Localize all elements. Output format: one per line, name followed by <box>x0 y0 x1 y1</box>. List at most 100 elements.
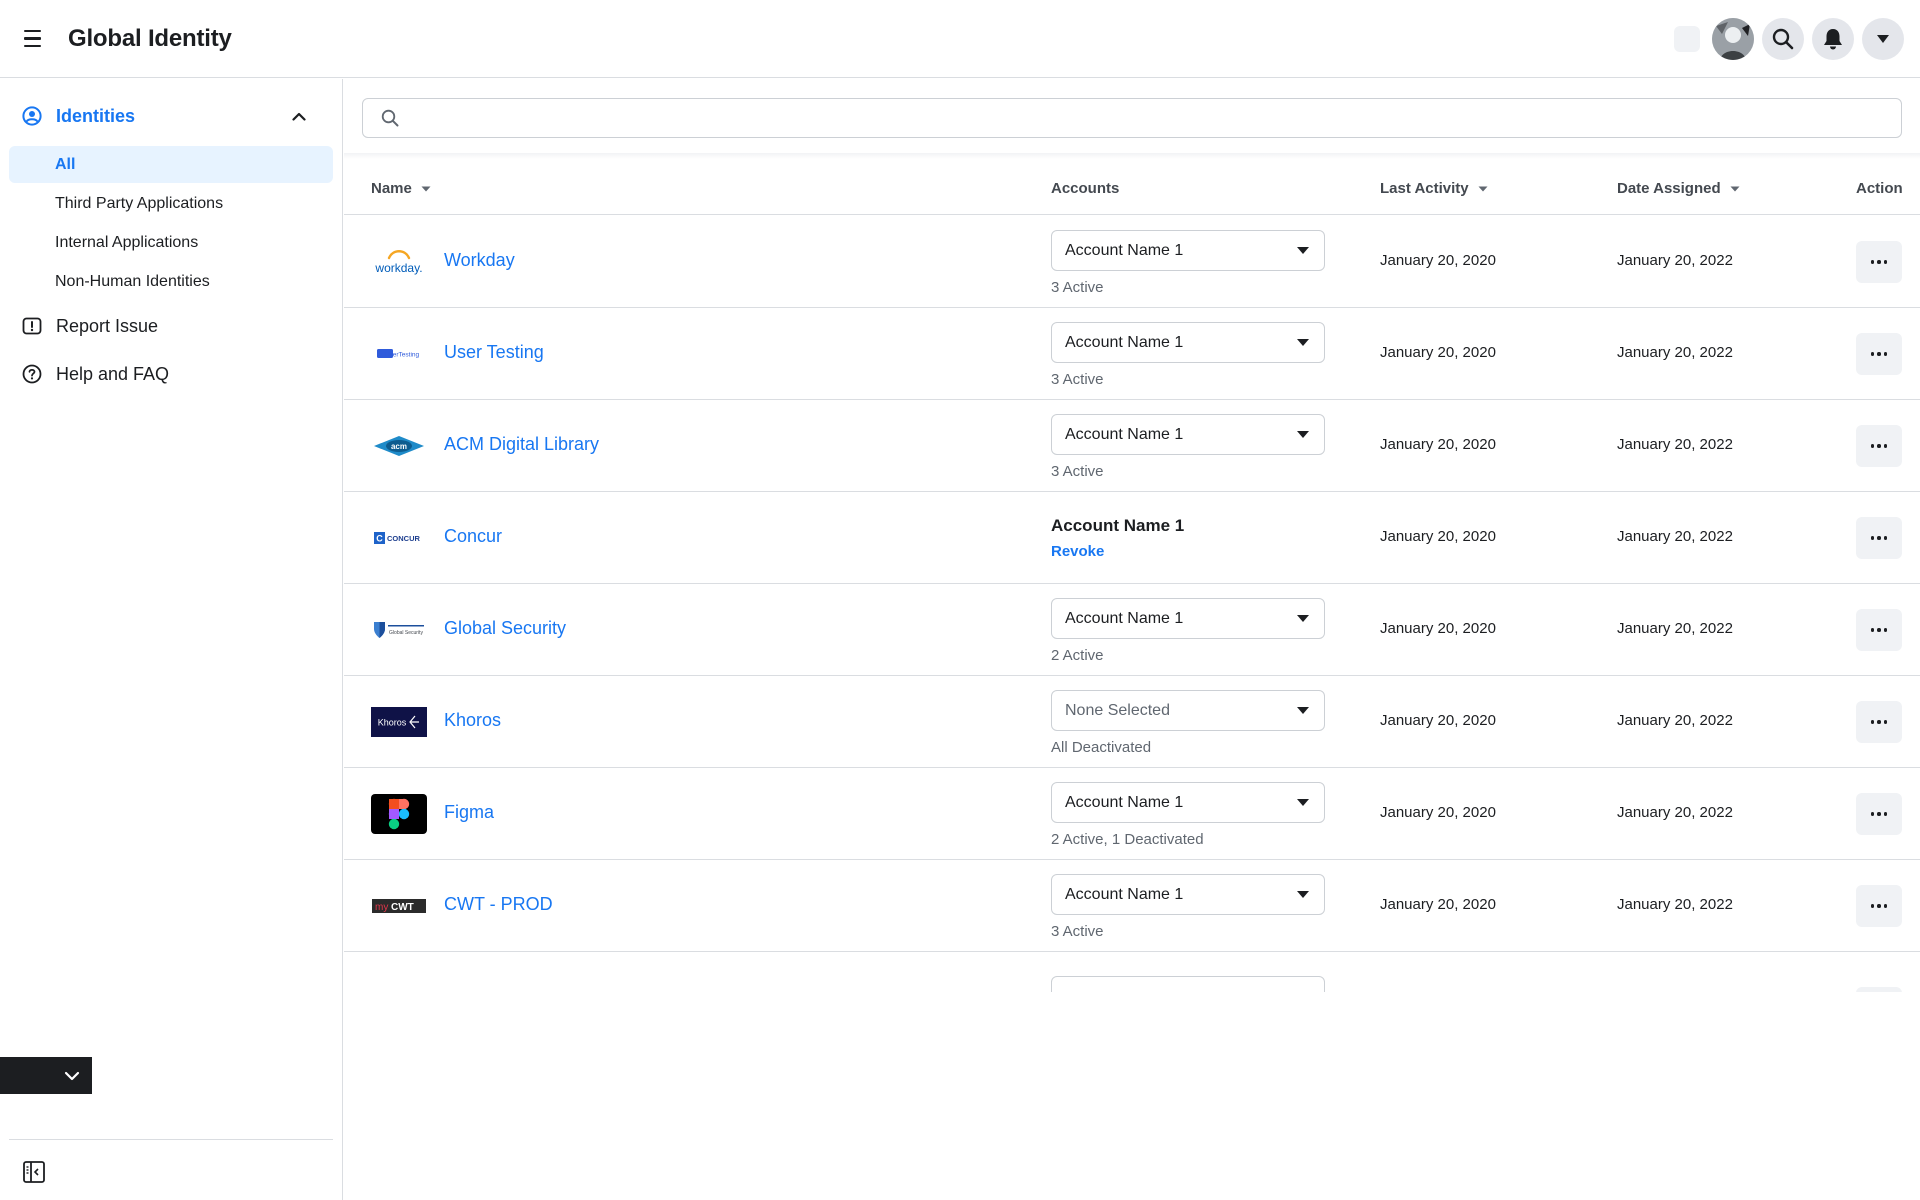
search-icon <box>381 109 399 127</box>
status-chip <box>1674 26 1700 52</box>
caret-down-icon <box>1297 431 1309 438</box>
table-row: acm ACM Digital Library Account Name 1 3… <box>344 400 1920 492</box>
last-activity-date: January 20, 2020 <box>1380 252 1496 269</box>
account-select[interactable]: Account Name 1 <box>1051 230 1325 271</box>
sidebar-toggle-icon <box>23 1161 45 1183</box>
chevron-down-icon <box>64 1071 80 1080</box>
last-activity-date: January 20, 2020 <box>1380 804 1496 821</box>
chevron-up-icon[interactable] <box>292 112 306 121</box>
app-name-link[interactable]: Workday <box>444 250 515 271</box>
date-assigned: January 20, 2022 <box>1617 712 1733 729</box>
more-actions-button[interactable] <box>1856 885 1902 927</box>
account-status: 2 Active, 1 Deactivated <box>1051 831 1204 848</box>
search-input[interactable] <box>411 109 1891 127</box>
column-header-name[interactable]: Name <box>371 162 431 215</box>
svg-text:CWT: CWT <box>391 902 414 913</box>
khoros-logo: Khoros <box>371 702 427 742</box>
svg-text:my: my <box>375 902 388 913</box>
bell-icon <box>1824 29 1842 50</box>
account-select[interactable]: Account Name 1 <box>1051 874 1325 915</box>
account-menu-button[interactable] <box>1862 18 1904 60</box>
acm-logo: acm <box>371 426 427 466</box>
more-actions-button[interactable] <box>1856 609 1902 651</box>
collapse-sidebar-button[interactable] <box>22 1160 46 1184</box>
sidebar-section-label: Identities <box>56 105 136 126</box>
caret-down-icon <box>1297 707 1309 714</box>
account-select[interactable] <box>1051 976 1325 992</box>
sort-caret-icon <box>1478 186 1488 191</box>
account-select[interactable]: Account Name 1 <box>1051 414 1325 455</box>
app-name-link[interactable]: CWT - PROD <box>444 894 553 915</box>
date-assigned: January 20, 2022 <box>1617 344 1733 361</box>
caret-down-icon <box>1877 35 1889 43</box>
date-assigned: January 20, 2022 <box>1617 528 1733 545</box>
more-actions-button[interactable] <box>1856 241 1902 283</box>
environment-dropdown[interactable] <box>0 1057 92 1094</box>
column-header-last-activity[interactable]: Last Activity <box>1380 162 1488 215</box>
more-actions-button[interactable] <box>1856 333 1902 375</box>
search-button[interactable] <box>1762 18 1804 60</box>
account-select[interactable]: Account Name 1 <box>1051 598 1325 639</box>
account-select[interactable]: Account Name 1 <box>1051 322 1325 363</box>
top-bar: Global Identity <box>0 0 1920 78</box>
concur-logo: C CONCUR <box>371 518 427 558</box>
sidebar-link-report-issue[interactable]: Report Issue <box>0 302 342 350</box>
revoke-link[interactable]: Revoke <box>1051 543 1104 560</box>
table-row: UserTesting User Testing Account Name 1 … <box>344 308 1920 400</box>
sidebar-item-non-human-identities[interactable]: Non-Human Identities <box>9 263 333 300</box>
avatar[interactable] <box>1712 18 1754 60</box>
search-bar[interactable] <box>362 98 1902 138</box>
app-name-link[interactable]: Concur <box>444 526 502 547</box>
svg-text:Global Security: Global Security <box>389 630 423 636</box>
column-label: Action <box>1856 180 1903 197</box>
table-row-partial <box>344 962 1920 992</box>
sidebar-link-help-faq[interactable]: Help and FAQ <box>0 350 342 398</box>
table-row: workday. Workday Account Name 1 3 Active… <box>344 216 1920 308</box>
top-right-actions <box>1674 18 1904 60</box>
account-select-value: Account Name 1 <box>1065 425 1184 443</box>
account-select-value: Account Name 1 <box>1065 241 1184 259</box>
date-assigned: January 20, 2022 <box>1617 896 1733 913</box>
sidebar-link-label: Help and FAQ <box>56 363 170 384</box>
more-actions-button[interactable] <box>1856 701 1902 743</box>
more-actions-button[interactable] <box>1856 987 1902 992</box>
usertesting-logo: UserTesting <box>371 334 427 374</box>
last-activity-date: January 20, 2020 <box>1380 528 1496 545</box>
app-name-link[interactable]: Figma <box>444 802 494 823</box>
account-status: 3 Active <box>1051 463 1104 480</box>
account-select[interactable]: Account Name 1 <box>1051 782 1325 823</box>
sidebar-item-third-party-applications[interactable]: Third Party Applications <box>9 185 333 222</box>
help-icon <box>22 364 42 384</box>
table-row: my CWT CWT - PROD Account Name 1 3 Active… <box>344 860 1920 952</box>
svg-text:workday.: workday. <box>374 261 422 275</box>
user-circle-icon <box>22 106 42 126</box>
more-actions-button[interactable] <box>1856 425 1902 467</box>
sidebar-item-internal-applications[interactable]: Internal Applications <box>9 224 333 261</box>
menu-icon[interactable] <box>24 24 54 54</box>
last-activity-date: January 20, 2020 <box>1380 896 1496 913</box>
date-assigned: January 20, 2022 <box>1617 252 1733 269</box>
account-select[interactable]: None Selected <box>1051 690 1325 731</box>
table-top-shadow <box>344 153 1920 159</box>
app-title: Global Identity <box>68 24 232 52</box>
app-name-link[interactable]: ACM Digital Library <box>444 434 599 455</box>
column-header-date-assigned[interactable]: Date Assigned <box>1617 162 1740 215</box>
notifications-button[interactable] <box>1812 18 1854 60</box>
main-content: Name Accounts Last Activity Date Assigne… <box>344 79 1920 1200</box>
sidebar-item-all[interactable]: All <box>9 146 333 183</box>
date-assigned: January 20, 2022 <box>1617 804 1733 821</box>
table-header: Name Accounts Last Activity Date Assigne… <box>344 162 1920 215</box>
app-name-link[interactable]: User Testing <box>444 342 544 363</box>
more-actions-button[interactable] <box>1856 517 1902 559</box>
account-select-value: Account Name 1 <box>1065 609 1184 627</box>
sidebar-section-identities[interactable]: Identities <box>0 88 342 144</box>
table-row: Global Security Global Security Account … <box>344 584 1920 676</box>
app-name-link[interactable]: Khoros <box>444 710 501 731</box>
app-name-link[interactable]: Global Security <box>444 618 566 639</box>
more-actions-button[interactable] <box>1856 793 1902 835</box>
date-assigned: January 20, 2022 <box>1617 436 1733 453</box>
svg-text:UserTesting: UserTesting <box>385 352 420 359</box>
column-label: Date Assigned <box>1617 180 1721 197</box>
svg-text:acm: acm <box>391 442 407 451</box>
date-assigned: January 20, 2022 <box>1617 620 1733 637</box>
